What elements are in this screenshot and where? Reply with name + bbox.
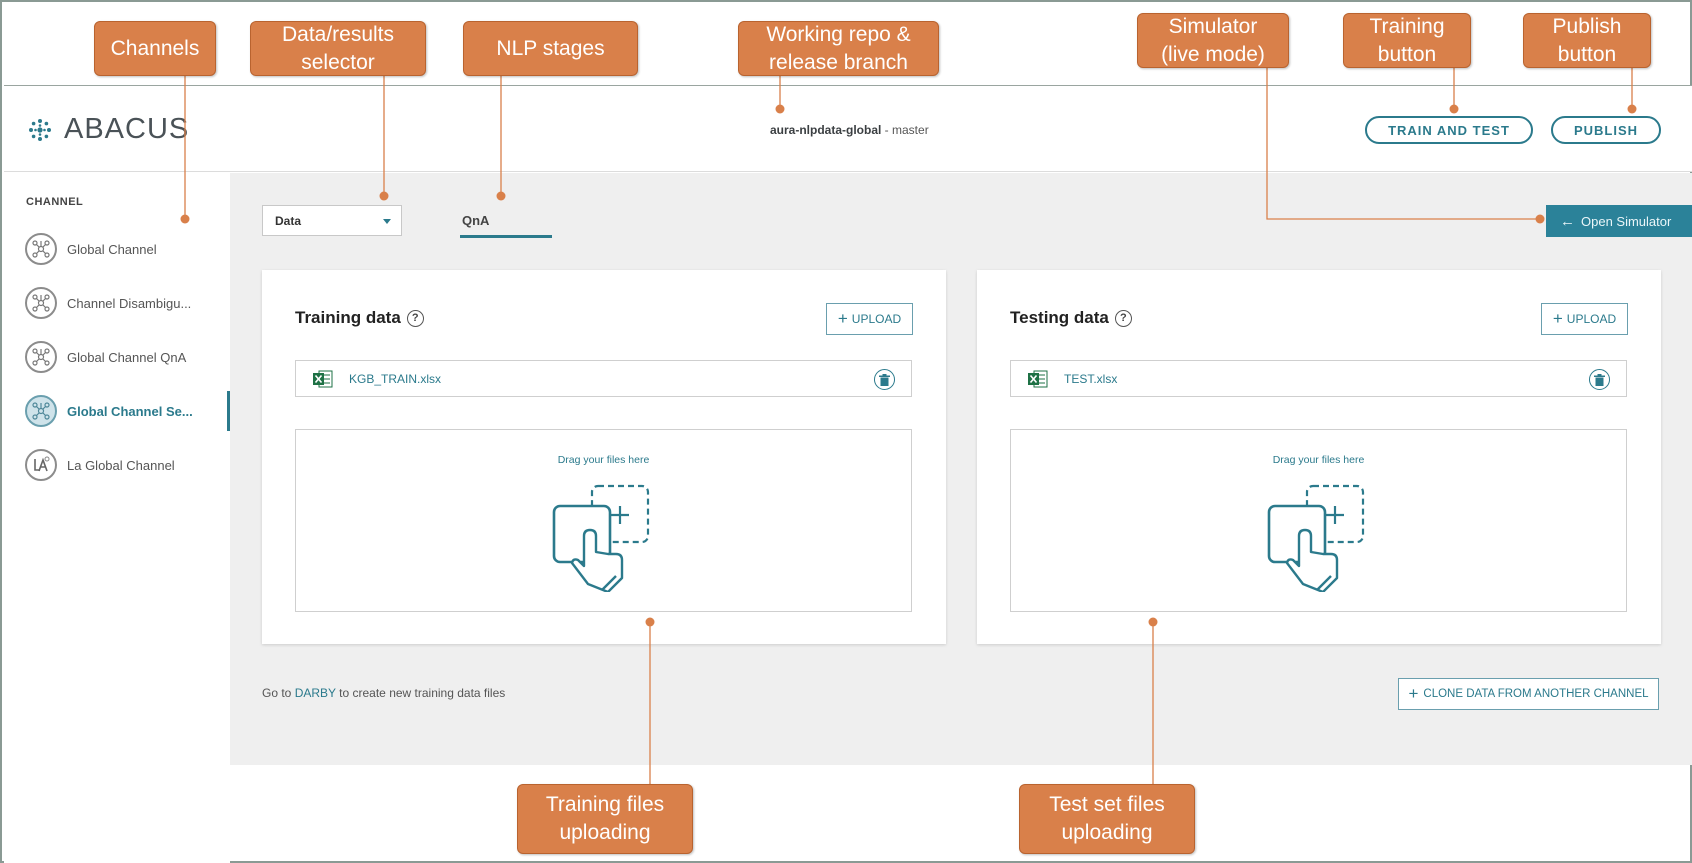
sidebar-heading: CHANNEL (26, 196, 84, 208)
network-icon (25, 341, 57, 373)
darby-link[interactable]: DARBY (295, 686, 336, 700)
annotation-repo: Working repo & release branch (738, 21, 939, 76)
testing-data-card: Testing data ? + UPLOAD TEST.xlsx Drag y… (977, 270, 1661, 644)
card-title-text: Testing data (1010, 308, 1109, 327)
sidebar-item-la-global-channel[interactable]: La Global Channel (4, 442, 230, 488)
selector-value: Data (275, 213, 302, 228)
annotation-simulator: Simulator (live mode) (1137, 13, 1289, 68)
sidebar-item-label: Global Channel (67, 241, 157, 257)
clone-label: CLONE DATA FROM ANOTHER CHANNEL (1423, 688, 1649, 700)
delete-icon[interactable] (874, 369, 895, 390)
sidebar-item-label: Channel Disambigu... (67, 295, 192, 311)
delete-icon[interactable] (1589, 369, 1610, 390)
clone-data-button[interactable]: + CLONE DATA FROM ANOTHER CHANNEL (1398, 678, 1659, 710)
channel-sidebar: CHANNEL Global Channel Channel Disambigu… (4, 173, 230, 863)
annotation-publish-button: Publish button (1523, 13, 1651, 68)
tab-qna[interactable]: QnA (460, 213, 552, 238)
upload-label: UPLOAD (851, 312, 902, 326)
sidebar-item-global-channel-qna[interactable]: Global Channel QnA (4, 334, 230, 380)
testing-data-title: Testing data ? (1010, 308, 1132, 328)
app-logo[interactable]: ABACUS (26, 113, 189, 146)
hint-prefix: Go to (262, 686, 295, 700)
data-results-selector[interactable]: Data (262, 205, 402, 236)
screenshot-frame: ABACUS aura-nlpdata-global - master TRAI… (0, 0, 1692, 863)
caret-down-icon (383, 219, 391, 224)
repo-name: aura-nlpdata-global (770, 123, 882, 137)
training-file-row[interactable]: KGB_TRAIN.xlsx (295, 360, 912, 397)
drag-files-icon (1267, 484, 1365, 592)
help-icon[interactable]: ? (406, 309, 424, 327)
training-data-card: Training data ? + UPLOAD KGB_TRAIN.xlsx (262, 270, 946, 644)
annotation-test-upload: Test set files uploading (1019, 784, 1195, 854)
sidebar-item-global-channel[interactable]: Global Channel (4, 226, 230, 272)
plus-icon: + (1408, 684, 1419, 703)
sidebar-item-label: Global Channel Se... (67, 403, 193, 419)
drag-files-icon (552, 484, 650, 592)
annotation-nlp-stages: NLP stages (463, 21, 638, 76)
la-logo-icon (25, 449, 57, 481)
annotation-selector: Data/results selector (250, 21, 426, 76)
training-dropzone[interactable]: Drag your files here (295, 429, 912, 612)
train-and-test-button[interactable]: TRAIN AND TEST (1365, 116, 1533, 144)
plus-icon: + (837, 309, 848, 328)
upload-label: UPLOAD (1566, 312, 1617, 326)
excel-file-icon (313, 370, 333, 387)
annotation-channels: Channels (94, 21, 216, 76)
network-icon (25, 233, 57, 265)
simulator-label: Open Simulator (1581, 213, 1672, 229)
card-title-text: Training data (295, 308, 401, 327)
hint-suffix: to create new training data files (335, 686, 506, 700)
main-content: Data QnA ← Open Simulator Training data … (230, 173, 1692, 765)
branch-name: master (892, 123, 929, 137)
network-icon (25, 287, 57, 319)
repo-separator: - (881, 123, 893, 137)
publish-button[interactable]: PUBLISH (1551, 116, 1661, 144)
sidebar-item-label: Global Channel QnA (67, 349, 187, 365)
app-name: ABACUS (64, 113, 190, 145)
open-simulator-button[interactable]: ← Open Simulator (1546, 205, 1692, 237)
plus-icon: + (1552, 309, 1563, 328)
arrow-left-icon: ← (1560, 212, 1575, 230)
sidebar-item-label: La Global Channel (67, 457, 175, 473)
dropzone-text: Drag your files here (1272, 454, 1365, 466)
testing-dropzone[interactable]: Drag your files here (1010, 429, 1627, 612)
annotation-training-button: Training button (1343, 13, 1471, 68)
help-icon[interactable]: ? (1114, 309, 1132, 327)
testing-file-row[interactable]: TEST.xlsx (1010, 360, 1627, 397)
testing-upload-button[interactable]: + UPLOAD (1541, 303, 1628, 335)
sidebar-item-channel-disambiguation[interactable]: Channel Disambigu... (4, 280, 230, 326)
dropzone-text: Drag your files here (557, 454, 650, 466)
file-name-link[interactable]: KGB_TRAIN.xlsx (349, 372, 441, 386)
darby-hint: Go to DARBY to create new training data … (262, 686, 505, 700)
training-upload-button[interactable]: + UPLOAD (826, 303, 913, 335)
abacus-logo-icon (29, 118, 51, 141)
file-name-link[interactable]: TEST.xlsx (1064, 372, 1117, 386)
sidebar-item-global-channel-se[interactable]: Global Channel Se... (4, 388, 230, 434)
network-icon (25, 395, 57, 427)
excel-file-icon (1028, 370, 1048, 387)
training-data-title: Training data ? (295, 308, 424, 328)
repo-branch-indicator: aura-nlpdata-global - master (770, 123, 929, 137)
app-header: ABACUS aura-nlpdata-global - master TRAI… (4, 85, 1692, 172)
annotation-training-upload: Training files uploading (517, 784, 693, 854)
